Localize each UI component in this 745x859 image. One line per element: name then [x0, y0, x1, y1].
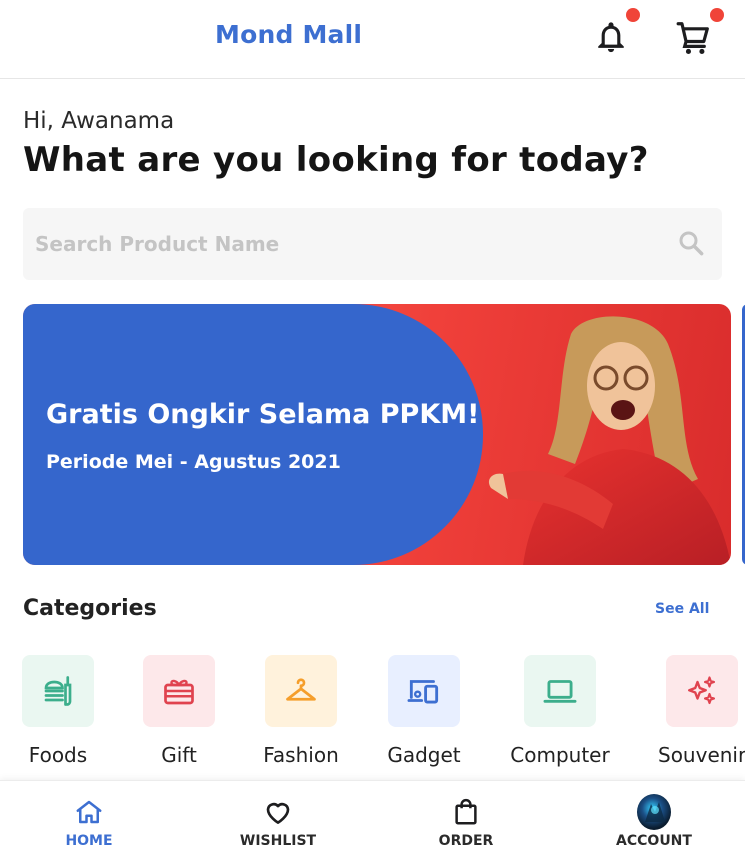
category-icon-box — [265, 655, 337, 727]
heart-icon — [261, 795, 295, 829]
category-icon-box — [143, 655, 215, 727]
gift-icon — [164, 679, 194, 705]
nav-label: ACCOUNT — [616, 833, 692, 849]
cart-button[interactable] — [672, 8, 724, 60]
category-label: Computer — [510, 743, 610, 767]
notification-dot — [626, 8, 640, 22]
devices-icon — [407, 680, 439, 704]
laptop-icon — [543, 680, 577, 703]
greeting-text: Hi, Awanama — [23, 108, 175, 134]
hanger-icon — [286, 678, 316, 701]
category-icon-box — [388, 655, 460, 727]
category-label: Fashion — [263, 743, 339, 767]
promo-photo — [488, 316, 731, 565]
search-bar[interactable] — [23, 208, 722, 280]
notifications-button[interactable] — [589, 8, 640, 60]
nav-label: WISHLIST — [239, 833, 317, 849]
sparkles-icon — [688, 676, 716, 705]
brand-title: Mond Mall — [215, 20, 363, 49]
page-headline: What are you looking for today? — [23, 140, 649, 180]
app-header: Mond Mall — [0, 0, 745, 79]
nav-order[interactable]: ORDER — [411, 795, 521, 849]
category-fashion[interactable]: Fashion — [262, 655, 340, 767]
category-label: Souvenir — [658, 743, 745, 767]
see-all-link[interactable]: See All — [655, 601, 709, 617]
promo-title: Gratis Ongkir Selama PPKM! — [46, 399, 480, 430]
category-label: Foods — [28, 743, 88, 767]
category-icon-box — [524, 655, 596, 727]
promo-banner[interactable]: Gratis Ongkir Selama PPKM! Periode Mei -… — [23, 304, 731, 565]
category-souvenir[interactable]: Souvenir — [658, 655, 745, 767]
search-icon[interactable] — [676, 228, 706, 258]
category-label: Gift — [161, 743, 197, 767]
category-gift[interactable]: Gift — [142, 655, 216, 767]
category-icon-box — [666, 655, 738, 727]
promo-panel: Gratis Ongkir Selama PPKM! Periode Mei -… — [23, 304, 483, 565]
food-icon — [44, 676, 72, 706]
nav-account[interactable]: ACCOUNT — [599, 794, 709, 849]
category-icon-box — [22, 655, 94, 727]
category-label: Gadget — [387, 743, 461, 767]
category-foods[interactable]: Foods — [22, 655, 94, 767]
bottom-navigation: HOME WISHLIST ORDER ACCOUNT — [0, 780, 745, 859]
nav-home[interactable]: HOME — [34, 795, 144, 849]
home-icon — [72, 795, 106, 829]
avatar — [637, 794, 671, 830]
shopping-bag-icon — [449, 795, 483, 829]
nav-wishlist[interactable]: WISHLIST — [223, 795, 333, 849]
category-computer[interactable]: Computer — [508, 655, 612, 767]
search-input[interactable] — [35, 208, 655, 280]
cart-badge-dot — [710, 8, 724, 22]
bell-icon — [598, 22, 624, 53]
nav-label: ORDER — [438, 833, 494, 849]
categories-title: Categories — [23, 596, 157, 621]
promo-subtitle: Periode Mei - Agustus 2021 — [46, 451, 341, 473]
cart-icon — [676, 22, 709, 54]
nav-label: HOME — [65, 833, 113, 849]
category-gadget[interactable]: Gadget — [386, 655, 462, 767]
